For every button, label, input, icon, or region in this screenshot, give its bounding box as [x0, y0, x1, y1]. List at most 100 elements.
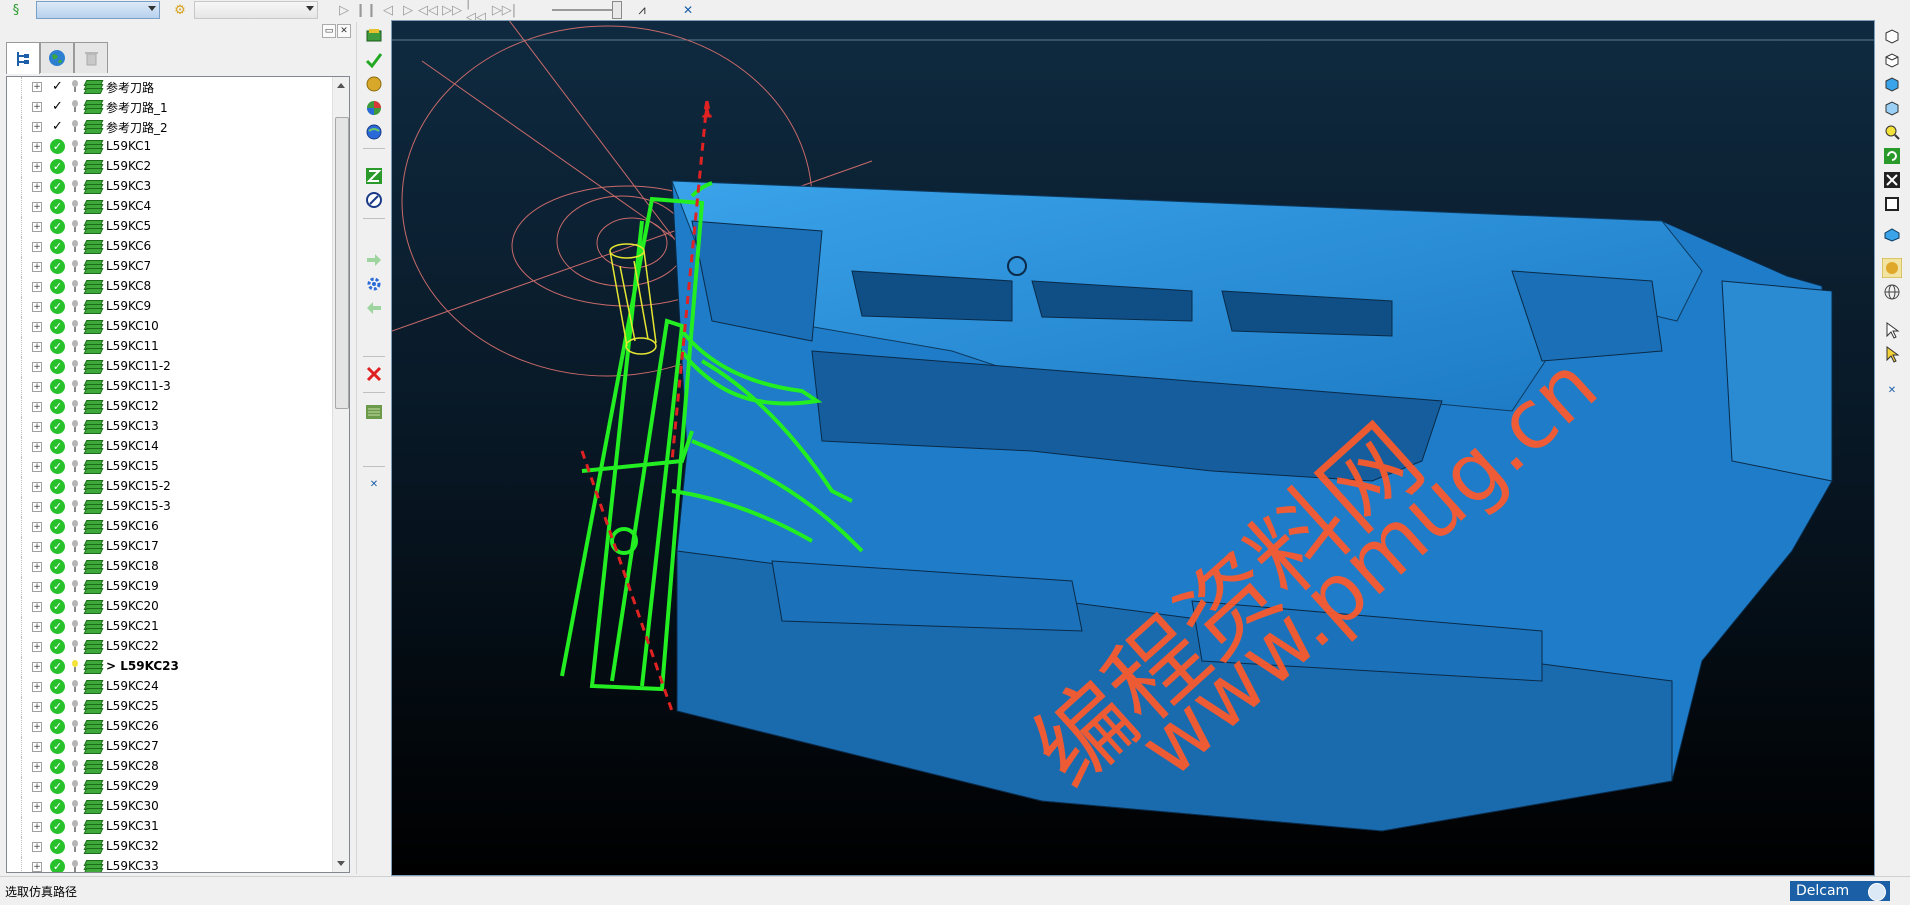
globe-tab[interactable] [40, 42, 74, 73]
close-icon[interactable]: ✕ [337, 24, 351, 38]
tree-item[interactable]: + ✓ L59KC24 [7, 677, 331, 697]
lightbulb-icon[interactable] [71, 300, 79, 312]
expand-icon[interactable]: + [32, 602, 42, 612]
tree-item[interactable]: + ✓ 参考刀路_2 [7, 117, 331, 137]
lightbulb-icon[interactable] [71, 800, 79, 812]
expand-icon[interactable]: + [32, 442, 42, 452]
vertical-scrollbar[interactable] [332, 77, 349, 872]
expand-icon[interactable]: + [32, 382, 42, 392]
tree-item[interactable]: + ✓ L59KC14 [7, 437, 331, 457]
lightbulb-icon[interactable] [71, 260, 79, 272]
expand-icon[interactable]: + [32, 122, 42, 132]
lightbulb-icon[interactable] [71, 380, 79, 392]
tree-item[interactable]: + ✓ L59KC15-2 [7, 477, 331, 497]
step-forward-icon[interactable]: ▷ [400, 2, 416, 18]
expand-icon[interactable]: + [32, 462, 42, 472]
tree-item[interactable]: + ✓ L59KC15-3 [7, 497, 331, 517]
lightbulb-icon[interactable] [71, 160, 79, 172]
lightbulb-icon[interactable] [71, 100, 79, 112]
lightbulb-icon[interactable] [71, 760, 79, 772]
tree-item[interactable]: + ✓ L59KC11-2 [7, 357, 331, 377]
lightbulb-icon[interactable] [71, 340, 79, 352]
lightbulb-icon[interactable] [71, 420, 79, 432]
zoom-extents-icon[interactable] [1882, 170, 1902, 190]
lightbulb-icon[interactable] [71, 740, 79, 752]
tree-item[interactable]: + ✓ L59KC8 [7, 277, 331, 297]
pause-icon[interactable]: ❙❙ [355, 2, 377, 18]
expand-icon[interactable]: + [32, 802, 42, 812]
expand-icon[interactable]: + [32, 722, 42, 732]
tree-item[interactable]: + ✓ L59KC18 [7, 557, 331, 577]
settings-icon[interactable] [364, 274, 384, 294]
simulation-icon[interactable]: § [8, 2, 24, 18]
path-z-icon[interactable] [364, 166, 384, 186]
tree-item[interactable]: + ✓ L59KC27 [7, 737, 331, 757]
lightbulb-icon[interactable] [71, 680, 79, 692]
tree-item[interactable]: + ✓ L59KC26 [7, 717, 331, 737]
tree-item[interactable]: + ✓ L59KC10 [7, 317, 331, 337]
expand-icon[interactable]: + [32, 482, 42, 492]
expand-icon[interactable]: + [32, 82, 42, 92]
expand-icon[interactable]: + [32, 422, 42, 432]
lightbulb-icon[interactable] [71, 400, 79, 412]
lightbulb-icon[interactable] [71, 280, 79, 292]
expand-icon[interactable]: + [32, 362, 42, 372]
lightbulb-icon[interactable] [71, 860, 79, 872]
lightbulb-icon[interactable] [71, 460, 79, 472]
speed-slider-thumb[interactable] [612, 1, 622, 19]
tool-icon[interactable]: ⚙ [172, 2, 188, 18]
tree-item[interactable]: + ✓ L59KC29 [7, 777, 331, 797]
shaded-sphere-icon[interactable] [364, 74, 384, 94]
tree-item[interactable]: + ✓ L59KC30 [7, 797, 331, 817]
tree-tab[interactable] [6, 42, 40, 74]
expand-icon[interactable]: + [32, 862, 42, 872]
tree-item[interactable]: + ✓ L59KC11 [7, 337, 331, 357]
lightbulb-icon[interactable] [71, 180, 79, 192]
shaded-icon[interactable] [1882, 258, 1902, 278]
tree-item[interactable]: + ✓ L59KC31 [7, 817, 331, 837]
tree-item[interactable]: + ✓ L59KC3 [7, 177, 331, 197]
explorer-tree[interactable]: + ✓ 参考刀路 + ✓ 参考刀路_1 + ✓ 参考刀路_2 + ✓ L59KC1 + ✓ L59KC2 + ✓… [6, 76, 350, 873]
lightbulb-icon[interactable] [71, 600, 79, 612]
expand-icon[interactable]: + [32, 322, 42, 332]
scrollbar-thumb[interactable] [335, 117, 349, 409]
tree-item[interactable]: + ✓ L59KC2 [7, 157, 331, 177]
expand-icon[interactable]: + [32, 782, 42, 792]
tree-item[interactable]: + ✓ L59KC4 [7, 197, 331, 217]
tree-item[interactable]: + ✓ 参考刀路_1 [7, 97, 331, 117]
tree-item[interactable]: + ✓ L59KC21 [7, 617, 331, 637]
tree-item[interactable]: + ✓ L59KC22 [7, 637, 331, 657]
expand-icon[interactable]: + [32, 262, 42, 272]
expand-icon[interactable]: + [32, 822, 42, 832]
tree-item[interactable]: + ✓ L59KC25 [7, 697, 331, 717]
dock-icon[interactable]: ▭ [322, 24, 336, 38]
expand-icon[interactable]: + [32, 562, 42, 572]
view-iso-3-icon[interactable] [1882, 74, 1902, 94]
lightbulb-icon[interactable] [71, 540, 79, 552]
lightbulb-icon[interactable] [71, 240, 79, 252]
compass-icon[interactable] [364, 190, 384, 210]
lightbulb-icon[interactable] [71, 580, 79, 592]
expand-icon[interactable]: + [32, 522, 42, 532]
tree-item[interactable]: + ✓ L59KC11-3 [7, 377, 331, 397]
expand-icon[interactable]: + [32, 622, 42, 632]
accept-icon[interactable] [364, 50, 384, 70]
expand-icon[interactable]: + [32, 842, 42, 852]
tree-item[interactable]: + ✓ L59KC13 [7, 417, 331, 437]
lightbulb-icon[interactable] [71, 220, 79, 232]
expand-icon[interactable]: + [32, 742, 42, 752]
view-iso-2-icon[interactable] [1882, 50, 1902, 70]
view-iso-4-icon[interactable] [1882, 98, 1902, 118]
tree-item[interactable]: + ✓ L59KC15 [7, 457, 331, 477]
scroll-down-icon[interactable] [337, 861, 345, 866]
zoom-box-icon[interactable] [1882, 194, 1902, 214]
tree-item[interactable]: + ✓ L59KC20 [7, 597, 331, 617]
tree-item[interactable]: + ✓ > L59KC23 [7, 657, 331, 677]
pick-icon[interactable] [1882, 344, 1902, 364]
rewind-icon[interactable]: ◁◁ [418, 2, 438, 18]
tree-item[interactable]: + ✓ L59KC33 [7, 857, 331, 872]
tool-combo[interactable] [194, 1, 318, 19]
view-iso-1-icon[interactable] [1882, 26, 1902, 46]
color-sphere-icon[interactable] [364, 98, 384, 118]
lightbulb-icon[interactable] [71, 720, 79, 732]
